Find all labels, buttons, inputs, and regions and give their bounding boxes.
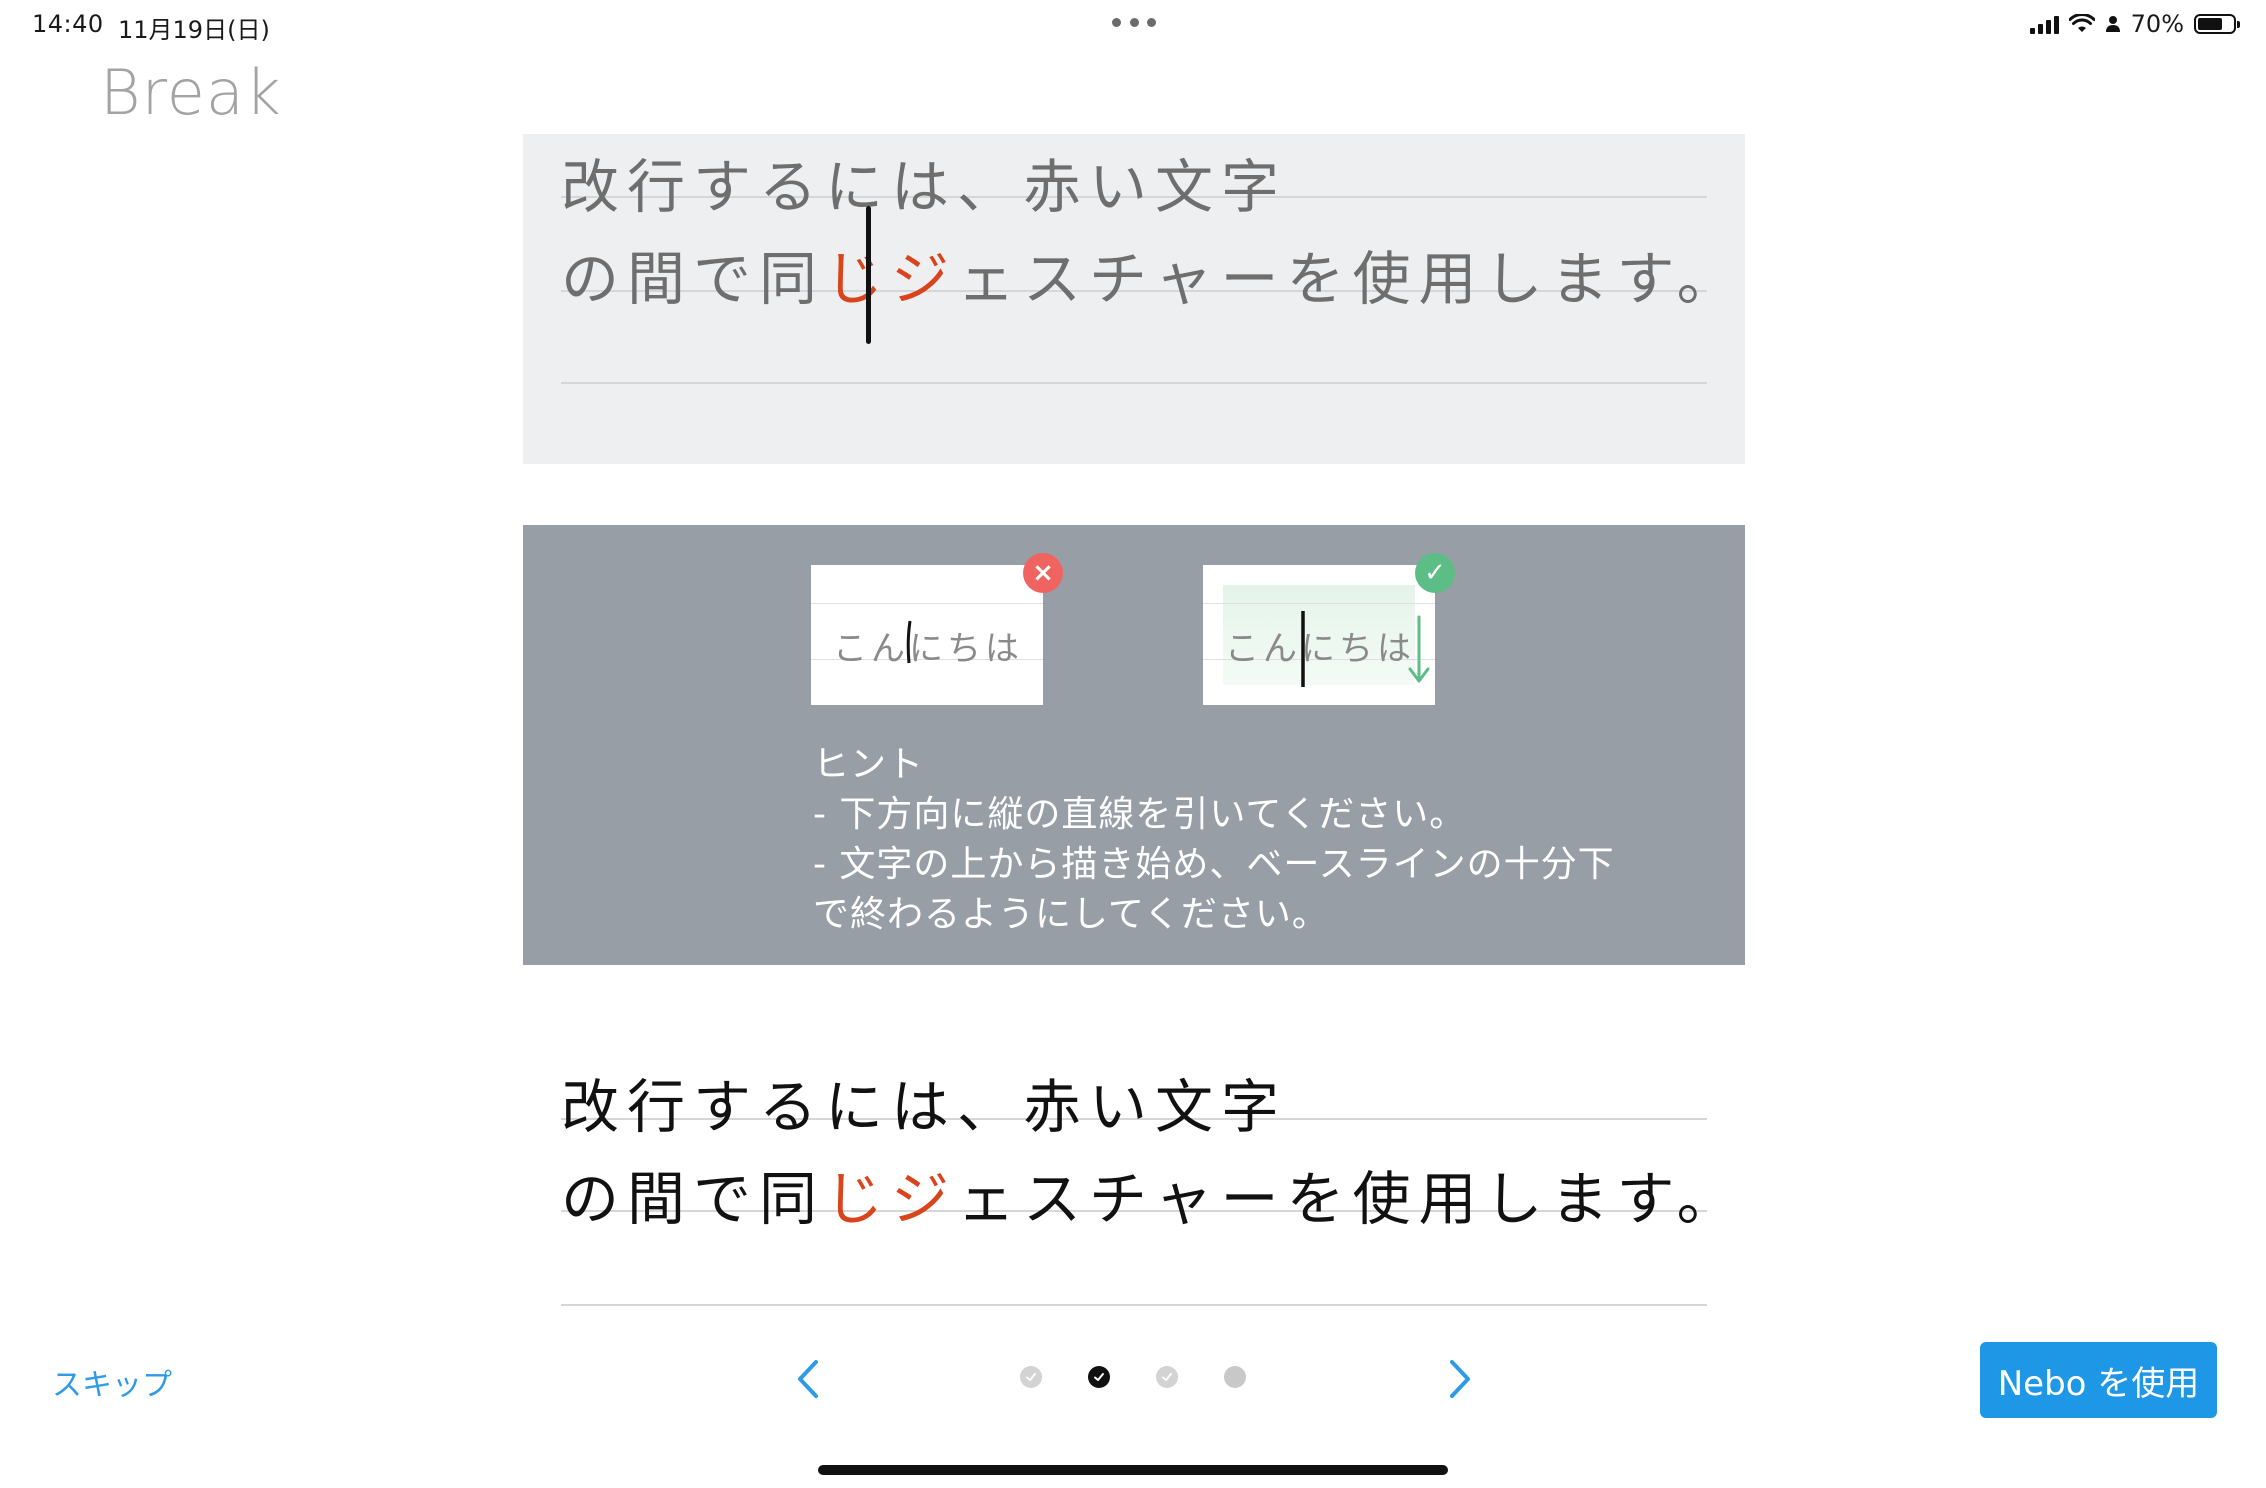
- red-character: じ: [825, 1165, 892, 1233]
- hint-text: ヒント - 下方向に縦の直線を引いてください。 - 文字の上から描き始め、ベース…: [813, 740, 1693, 940]
- page-indicator: [1020, 1366, 1246, 1388]
- red-character: ジ: [891, 1165, 958, 1233]
- example-text: こんにちは: [1225, 629, 1415, 669]
- handwriting-text: の間で同: [561, 1165, 826, 1233]
- incorrect-example-card: こんにちは ×: [811, 553, 1063, 705]
- battery-percent: 70%: [2130, 10, 2184, 38]
- hint-item-continued: で終わるようにしてください。: [813, 894, 1329, 935]
- wifi-icon: [2068, 14, 2095, 32]
- handwriting-text: の間で同: [561, 245, 826, 313]
- handwriting-demo-animation: 改行するには、赤い文字 の間で同じジェスチャーを使用します。: [523, 134, 1745, 464]
- error-x-icon: ×: [1023, 553, 1063, 593]
- vertical-break-stroke: [866, 206, 871, 344]
- status-indicators: 70%: [2029, 8, 2240, 40]
- multitasking-dots-icon[interactable]: [1112, 18, 1156, 28]
- down-arrow-icon: [1408, 615, 1430, 683]
- page-dot-1[interactable]: [1020, 1366, 1042, 1388]
- hint-item: - 文字の上から描き始め、ベースラインの十分下: [813, 844, 1615, 885]
- home-indicator[interactable]: [818, 1465, 1448, 1475]
- person-icon: [2105, 16, 2120, 32]
- handwriting-line-2: の間で同じジェスチャーを使用します。: [561, 1152, 1743, 1236]
- status-time: 14:40: [32, 10, 104, 38]
- hint-item: - 下方向に縦の直線を引いてください。: [813, 794, 1467, 835]
- hint-panel: こんにちは × こんにちは ✓ ヒント - 下方向に縦の直線を引いてください。 …: [523, 525, 1745, 965]
- checkmark-icon: ✓: [1415, 553, 1455, 593]
- long-stroke-mark: [1301, 611, 1305, 687]
- chevron-right-icon[interactable]: [1440, 1356, 1480, 1402]
- correct-example-card: こんにちは ✓: [1203, 553, 1455, 705]
- example-text: こんにちは: [833, 629, 1023, 669]
- handwriting-text: ェスチャーを使用します。: [957, 245, 1743, 313]
- handwriting-line-1: 改行するには、赤い文字: [561, 153, 1288, 221]
- page-dot-3[interactable]: [1156, 1366, 1178, 1388]
- handwriting-line-2: の間で同じジェスチャーを使用します。: [561, 232, 1743, 316]
- page-dot-4[interactable]: [1224, 1366, 1246, 1388]
- chevron-left-icon[interactable]: [788, 1356, 828, 1402]
- handwriting-text: ェスチャーを使用します。: [957, 1165, 1743, 1233]
- short-stroke-mark: [906, 620, 912, 664]
- cellular-signal-icon: [2029, 14, 2059, 34]
- page-title: Break: [100, 56, 282, 129]
- red-character: ジ: [891, 245, 958, 313]
- hint-title: ヒント: [813, 744, 925, 785]
- skip-link[interactable]: スキップ: [52, 1360, 172, 1404]
- result-demo: 改行するには、赤い文字 の間で同じジェスチャーを使用します。: [523, 1050, 1745, 1310]
- handwriting-line-1: 改行するには、赤い文字: [561, 1073, 1288, 1141]
- page-dot-2[interactable]: [1088, 1366, 1110, 1388]
- guide-line: [561, 382, 1707, 384]
- guide-line: [561, 1304, 1707, 1306]
- red-character: じ: [825, 245, 892, 313]
- status-date: 11月19日(日): [118, 16, 270, 44]
- use-nebo-button[interactable]: Nebo を使用: [1980, 1342, 2217, 1418]
- battery-icon: [2194, 14, 2240, 34]
